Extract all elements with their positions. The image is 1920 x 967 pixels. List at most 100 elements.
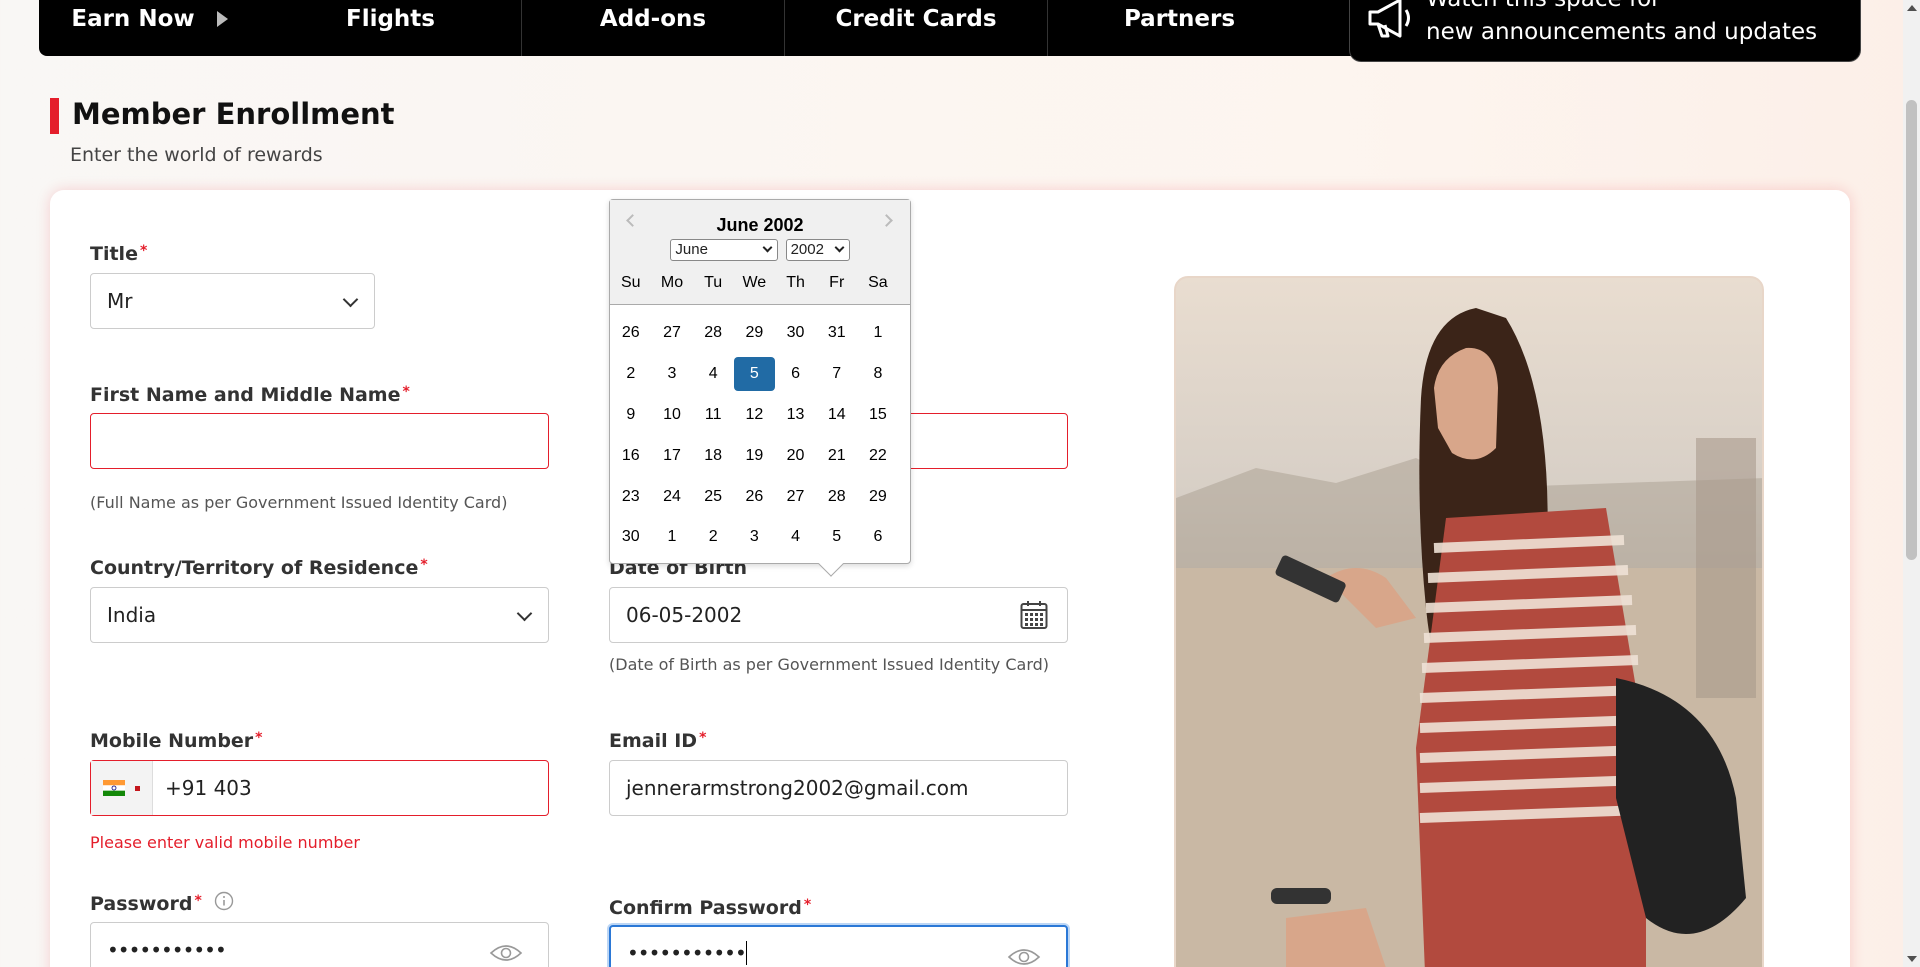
calendar-day[interactable]: 12	[734, 398, 775, 432]
calendar-day[interactable]: 31	[816, 316, 857, 350]
title-select-value: Mr	[107, 289, 133, 313]
calendar-day[interactable]: 28	[816, 480, 857, 514]
calendar-day[interactable]: 27	[775, 480, 816, 514]
weekday-label: Fr	[829, 274, 845, 291]
calendar-day[interactable]: 29	[734, 316, 775, 350]
calendar-day[interactable]: 4	[775, 520, 816, 554]
title-select[interactable]: Mr	[90, 273, 375, 329]
calendar-day[interactable]: 18	[693, 439, 734, 473]
info-icon[interactable]	[214, 891, 234, 911]
chevron-down-icon	[834, 242, 845, 253]
calendar-day[interactable]: 6	[858, 520, 899, 554]
scroll-up-arrow-icon[interactable]	[1907, 5, 1917, 11]
calendar-day[interactable]: 26	[734, 480, 775, 514]
calendar-week-row: 9 10 11 12 13 14 15	[610, 395, 910, 436]
dob-input[interactable]: 06-05-2002	[609, 587, 1068, 643]
calendar-day[interactable]: 23	[610, 480, 651, 514]
country-label: Country/Territory of Residence *	[90, 557, 428, 579]
calendar-day[interactable]: 7	[816, 357, 857, 391]
calendar-day[interactable]: 22	[858, 439, 899, 473]
chevron-down-icon	[516, 605, 533, 622]
month-select[interactable]: June	[670, 239, 779, 261]
calendar-day[interactable]: 14	[816, 398, 857, 432]
calendar-week-row: 16 17 18 19 20 21 22	[610, 435, 910, 476]
calendar-day[interactable]: 15	[858, 398, 899, 432]
calendar-day[interactable]: 6	[775, 357, 816, 391]
calendar-day[interactable]: 3	[734, 520, 775, 554]
dropdown-dot-icon	[135, 785, 140, 791]
required-marker: *	[402, 384, 410, 400]
country-code-picker[interactable]	[91, 761, 153, 815]
calendar-day[interactable]: 2	[693, 520, 734, 554]
required-marker: *	[420, 557, 428, 573]
first-name-label: First Name and Middle Name *	[90, 384, 410, 406]
calendar-day[interactable]: 1	[652, 520, 693, 554]
weekday-label: Tu	[704, 274, 723, 291]
calendar-day[interactable]: 5	[816, 520, 857, 554]
nav-flights-label: Flights	[345, 6, 435, 32]
calendar-day[interactable]: 1	[858, 316, 899, 350]
calendar-day[interactable]: 2	[610, 357, 651, 391]
calendar-icon[interactable]	[1020, 600, 1048, 630]
mobile-input[interactable]: +91 403	[90, 760, 549, 816]
email-input[interactable]: jennerarmstrong2002@gmail.com	[609, 760, 1068, 816]
dob-value: 06-05-2002	[626, 603, 743, 627]
megaphone-icon	[1368, 0, 1410, 38]
page-title: Member Enrollment	[72, 97, 395, 131]
required-marker: *	[699, 730, 707, 746]
calendar-day[interactable]: 29	[858, 480, 899, 514]
calendar-day[interactable]: 8	[858, 357, 899, 391]
calendar-day[interactable]: 27	[652, 316, 693, 350]
calendar-day[interactable]: 17	[652, 439, 693, 473]
required-marker: *	[255, 730, 263, 746]
scrollbar-thumb[interactable]	[1906, 100, 1917, 560]
calendar-day[interactable]: 3	[652, 357, 693, 391]
calendar-day[interactable]: 10	[652, 398, 693, 432]
required-marker: *	[194, 893, 202, 909]
required-marker: *	[803, 897, 812, 913]
nav-earn-now[interactable]: Earn Now	[39, 0, 260, 56]
india-flag-icon	[103, 780, 125, 796]
calendar-day[interactable]: 19	[734, 439, 775, 473]
calendar-day[interactable]: 25	[693, 480, 734, 514]
mobile-label: Mobile Number *	[90, 730, 263, 752]
password-input[interactable]: •••••••••••	[90, 922, 549, 967]
nav-flights[interactable]: Flights	[260, 0, 522, 56]
eye-icon[interactable]	[489, 943, 523, 963]
calendar-day[interactable]: 4	[693, 357, 734, 391]
calendar-day[interactable]: 11	[693, 398, 734, 432]
nav-credit-cards[interactable]: Credit Cards	[785, 0, 1048, 56]
mobile-value: +91 403	[165, 776, 252, 800]
country-select[interactable]: India	[90, 587, 549, 643]
calendar-day[interactable]: 28	[693, 316, 734, 350]
weekday-label: Th	[786, 274, 805, 291]
first-name-input[interactable]	[90, 413, 549, 469]
calendar-week-row: 30 1 2 3 4 5 6	[610, 517, 910, 558]
date-picker-popup: June 2002 June 2002 Su Mo Tu We Th Fr Sa…	[609, 199, 911, 577]
country-label-text: Country/Territory of Residence	[90, 557, 419, 579]
calendar-day[interactable]: 20	[775, 439, 816, 473]
nav-add-ons[interactable]: Add-ons	[522, 0, 785, 56]
confirm-password-label-text: Confirm Password	[609, 897, 802, 919]
weekday-label: We	[742, 274, 767, 291]
announcement-banner[interactable]: Watch this space for new announcements a…	[1349, 0, 1861, 62]
year-select[interactable]: 2002	[785, 239, 850, 261]
calendar-day[interactable]: 16	[610, 439, 651, 473]
first-name-label-text: First Name and Middle Name	[90, 384, 401, 406]
required-marker: *	[139, 243, 148, 259]
eye-icon[interactable]	[1007, 947, 1041, 967]
confirm-password-input[interactable]: •••••••••••	[609, 925, 1068, 967]
calendar-day[interactable]: 9	[610, 398, 651, 432]
nav-partners[interactable]: Partners	[1048, 0, 1311, 56]
calendar-day-selected[interactable]: 5	[733, 357, 775, 392]
calendar-day[interactable]: 21	[816, 439, 857, 473]
calendar-day[interactable]: 26	[610, 316, 651, 350]
next-month-button[interactable]	[880, 210, 896, 230]
calendar-day[interactable]: 24	[652, 480, 693, 514]
calendar-day[interactable]: 30	[610, 520, 651, 554]
calendar-day[interactable]: 30	[775, 316, 816, 350]
page-scrollbar[interactable]	[1903, 0, 1920, 967]
first-name-hint: (Full Name as per Government Issued Iden…	[90, 493, 508, 512]
calendar-day[interactable]: 13	[775, 398, 816, 432]
scroll-down-arrow-icon[interactable]	[1907, 956, 1917, 962]
